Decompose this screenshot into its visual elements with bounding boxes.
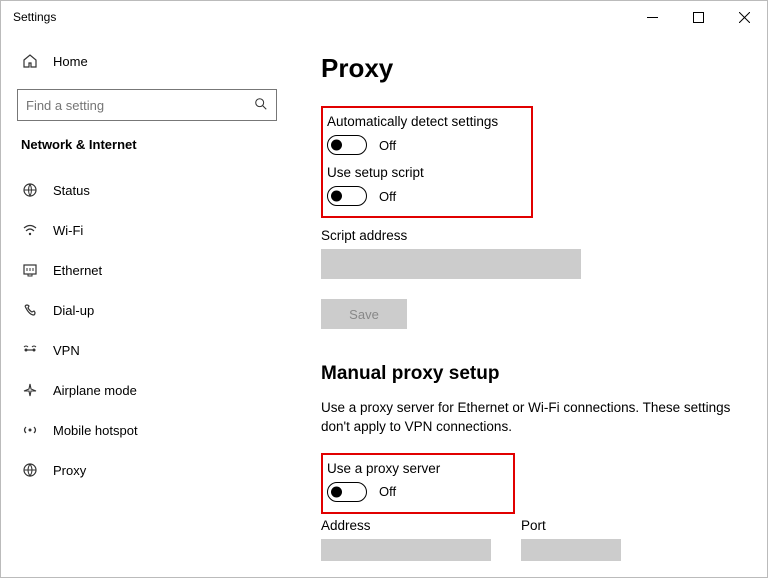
sidebar-nav: Status Wi-Fi Ethernet Dial-up [13, 170, 281, 490]
sidebar-item-proxy[interactable]: Proxy [13, 450, 281, 490]
search-input[interactable] [26, 98, 254, 113]
window-title: Settings [13, 10, 56, 24]
use-proxy-label: Use a proxy server [327, 461, 503, 476]
minimize-button[interactable] [629, 1, 675, 33]
titlebar: Settings [1, 1, 767, 33]
window-controls [629, 1, 767, 33]
sidebar-item-label: VPN [53, 343, 80, 358]
proxy-icon [21, 462, 39, 478]
sidebar-item-label: Proxy [53, 463, 86, 478]
sidebar-item-airplane[interactable]: Airplane mode [13, 370, 281, 410]
highlight-proxy-section: Use a proxy server Off [321, 453, 515, 514]
use-proxy-toggle[interactable] [327, 482, 367, 502]
search-box[interactable] [17, 89, 277, 121]
address-label: Address [321, 518, 491, 533]
main-panel: Proxy Automatically detect settings Off … [293, 33, 767, 577]
auto-detect-state: Off [379, 138, 396, 153]
search-icon [254, 97, 268, 114]
wifi-icon [21, 222, 39, 238]
sidebar-home[interactable]: Home [13, 43, 281, 79]
airplane-icon [21, 382, 39, 398]
sidebar-item-label: Wi-Fi [53, 223, 83, 238]
sidebar-item-label: Dial-up [53, 303, 94, 318]
highlight-auto-section: Automatically detect settings Off Use se… [321, 106, 533, 218]
sidebar-item-label: Airplane mode [53, 383, 137, 398]
auto-detect-label: Automatically detect settings [327, 114, 521, 129]
address-input [321, 539, 491, 561]
sidebar-item-vpn[interactable]: VPN [13, 330, 281, 370]
port-input [521, 539, 621, 561]
home-label: Home [53, 54, 88, 69]
vpn-icon [21, 342, 39, 358]
save-button: Save [321, 299, 407, 329]
port-label: Port [521, 518, 621, 533]
sidebar-item-label: Mobile hotspot [53, 423, 138, 438]
sidebar-item-hotspot[interactable]: Mobile hotspot [13, 410, 281, 450]
ethernet-icon [21, 262, 39, 278]
script-address-input [321, 249, 581, 279]
auto-detect-toggle[interactable] [327, 135, 367, 155]
sidebar-item-dialup[interactable]: Dial-up [13, 290, 281, 330]
script-address-label: Script address [321, 228, 739, 243]
sidebar-item-status[interactable]: Status [13, 170, 281, 210]
sidebar-item-label: Ethernet [53, 263, 102, 278]
sidebar: Home Network & Internet Status Wi-Fi [1, 33, 293, 577]
manual-heading: Manual proxy setup [321, 363, 739, 385]
setup-script-state: Off [379, 189, 396, 204]
status-icon [21, 182, 39, 198]
use-proxy-state: Off [379, 484, 396, 499]
home-icon [21, 53, 39, 69]
setup-script-label: Use setup script [327, 165, 521, 180]
page-title: Proxy [321, 53, 739, 84]
dialup-icon [21, 302, 39, 318]
close-button[interactable] [721, 1, 767, 33]
manual-description: Use a proxy server for Ethernet or Wi-Fi… [321, 399, 739, 437]
sidebar-item-wifi[interactable]: Wi-Fi [13, 210, 281, 250]
sidebar-item-ethernet[interactable]: Ethernet [13, 250, 281, 290]
hotspot-icon [21, 422, 39, 438]
sidebar-category: Network & Internet [21, 137, 281, 152]
setup-script-toggle[interactable] [327, 186, 367, 206]
sidebar-item-label: Status [53, 183, 90, 198]
maximize-button[interactable] [675, 1, 721, 33]
